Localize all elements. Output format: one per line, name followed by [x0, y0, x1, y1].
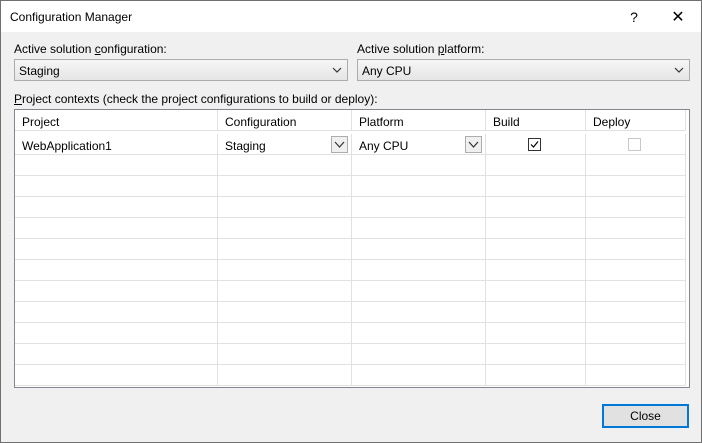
empty-grid-cell: [352, 155, 486, 176]
project-contexts-label: Project contexts (check the project conf…: [14, 92, 378, 106]
empty-grid-cell: [15, 302, 218, 323]
empty-grid-row: [15, 239, 689, 260]
empty-grid-cell: [352, 176, 486, 197]
empty-grid-row: [15, 344, 689, 365]
active-platform-value: Any CPU: [362, 64, 412, 78]
empty-grid-cell: [218, 323, 352, 344]
empty-grid-row: [15, 302, 689, 323]
empty-grid-cell: [15, 365, 218, 386]
empty-grid-cell: [15, 281, 218, 302]
empty-grid-row: [15, 365, 689, 386]
build-checkbox[interactable]: [528, 138, 541, 151]
empty-grid-cell: [486, 281, 586, 302]
empty-grid-cell: [586, 176, 686, 197]
column-header-project[interactable]: Project: [15, 110, 218, 131]
column-header-build[interactable]: Build: [486, 110, 586, 131]
column-header-deploy[interactable]: Deploy: [586, 110, 686, 131]
empty-grid-cell: [486, 302, 586, 323]
empty-grid-cell: [586, 260, 686, 281]
empty-grid-cell: [352, 302, 486, 323]
checkmark-icon: [530, 141, 539, 148]
empty-grid-cell: [586, 365, 686, 386]
empty-grid-cell: [586, 197, 686, 218]
column-header-platform[interactable]: Platform: [352, 110, 486, 131]
help-button[interactable]: ?: [611, 1, 657, 32]
close-window-icon[interactable]: ✕: [655, 1, 701, 32]
empty-grid-cell: [352, 323, 486, 344]
active-platform-dropdown[interactable]: Any CPU: [357, 59, 690, 81]
empty-grid-cell: [352, 218, 486, 239]
empty-grid-cell: [15, 155, 218, 176]
empty-grid-cell: [218, 176, 352, 197]
empty-grid-cell: [15, 323, 218, 344]
empty-grid-cell: [586, 344, 686, 365]
empty-grid-cell: [218, 365, 352, 386]
empty-grid-cell: [486, 155, 586, 176]
empty-grid-row: [15, 260, 689, 281]
active-platform-label: Active solution platform:: [357, 42, 485, 56]
empty-grid-cell: [352, 344, 486, 365]
empty-grid-cell: [486, 197, 586, 218]
empty-grid-cell: [486, 344, 586, 365]
empty-grid-cell: [218, 197, 352, 218]
empty-grid-cell: [586, 281, 686, 302]
empty-grid-row: [15, 197, 689, 218]
chevron-down-icon[interactable]: [331, 136, 348, 153]
empty-grid-cell: [218, 344, 352, 365]
empty-grid-cell: [586, 323, 686, 344]
chevron-down-icon: [332, 67, 342, 73]
empty-grid-cell: [15, 218, 218, 239]
empty-grid-cell: [15, 260, 218, 281]
empty-grid-cell: [486, 365, 586, 386]
chevron-down-icon[interactable]: [465, 136, 482, 153]
deploy-cell: [586, 134, 686, 155]
chevron-down-icon: [674, 67, 684, 73]
empty-grid-row: [15, 323, 689, 344]
empty-grid-cell: [15, 344, 218, 365]
configuration-manager-window: Configuration Manager ? ✕ Active solutio…: [0, 0, 702, 443]
platform-cell-dropdown[interactable]: Any CPU: [352, 134, 486, 155]
active-configuration-value: Staging: [19, 64, 60, 78]
empty-grid-cell: [352, 281, 486, 302]
empty-grid-cell: [486, 176, 586, 197]
empty-grid-cell: [586, 302, 686, 323]
empty-grid-row: [15, 155, 689, 176]
empty-grid-cell: [352, 260, 486, 281]
window-title: Configuration Manager: [10, 10, 133, 24]
empty-grid-cell: [586, 239, 686, 260]
empty-grid-row: [15, 281, 689, 302]
empty-grid-cell: [218, 218, 352, 239]
table-row: WebApplication1 Staging Any CPU: [15, 134, 689, 155]
project-cell: WebApplication1: [15, 134, 218, 155]
empty-grid-cell: [218, 155, 352, 176]
empty-grid-cell: [352, 365, 486, 386]
project-contexts-grid[interactable]: Project Configuration Platform Build Dep…: [14, 109, 690, 388]
empty-grid-row: [15, 176, 689, 197]
empty-grid-cell: [352, 197, 486, 218]
empty-grid-cell: [486, 218, 586, 239]
grid-header: Project Configuration Platform Build Dep…: [15, 110, 689, 131]
active-configuration-dropdown[interactable]: Staging: [14, 59, 348, 81]
active-configuration-label: Active solution configuration:: [14, 42, 167, 56]
empty-grid-cell: [486, 323, 586, 344]
empty-grid-cell: [218, 302, 352, 323]
empty-grid-cell: [218, 260, 352, 281]
column-header-configuration[interactable]: Configuration: [218, 110, 352, 131]
empty-grid-cell: [486, 260, 586, 281]
empty-grid-cell: [586, 218, 686, 239]
empty-grid-cell: [15, 176, 218, 197]
configuration-cell-dropdown[interactable]: Staging: [218, 134, 352, 155]
empty-grid-cell: [352, 239, 486, 260]
empty-grid-cell: [15, 239, 218, 260]
empty-grid-cell: [486, 239, 586, 260]
empty-grid-cell: [218, 239, 352, 260]
empty-grid-row: [15, 218, 689, 239]
empty-grid-cell: [586, 155, 686, 176]
empty-grid-cell: [15, 197, 218, 218]
build-cell: [486, 134, 586, 155]
empty-grid-cell: [218, 281, 352, 302]
title-bar: Configuration Manager ? ✕: [1, 1, 701, 32]
deploy-checkbox: [628, 138, 641, 151]
close-button[interactable]: Close: [602, 404, 689, 428]
